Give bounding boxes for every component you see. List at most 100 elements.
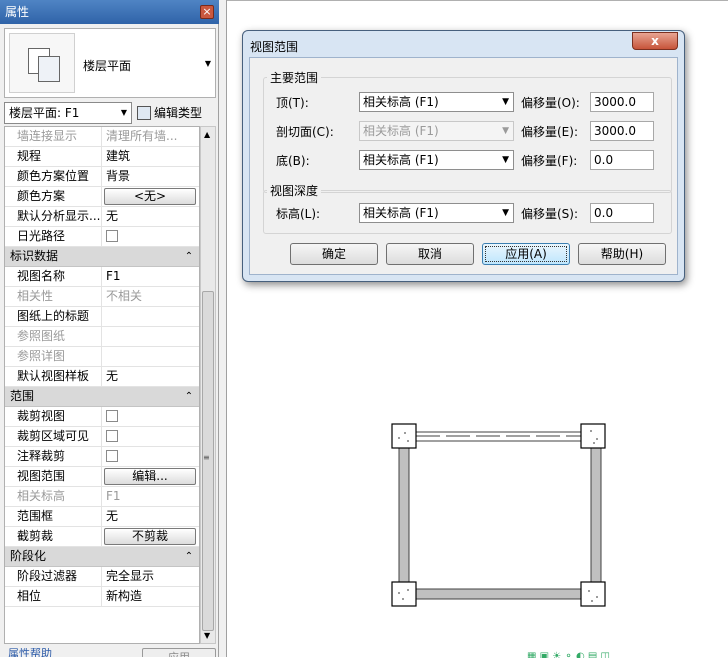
property-row: 注释裁剪 bbox=[5, 447, 199, 467]
property-value[interactable]: 无 bbox=[102, 507, 199, 526]
property-group-label: 标识数据 bbox=[10, 249, 59, 263]
primary-range-legend: 主要范围 bbox=[267, 69, 322, 86]
property-value[interactable]: 新构造 bbox=[102, 587, 199, 606]
property-value[interactable]: F1 bbox=[102, 267, 199, 286]
view-range-dialog: 视图范围 x 主要范围 顶(T): 相关标高 (F1) ▼ 偏移量(O): 30… bbox=[242, 30, 685, 282]
property-name: 截剪裁 bbox=[5, 527, 102, 546]
property-checkbox[interactable] bbox=[106, 430, 118, 442]
property-group-header[interactable]: 范围 ⌃ bbox=[5, 387, 199, 407]
chevron-down-icon[interactable]: ▼ bbox=[205, 59, 211, 68]
property-row: 参照图纸 bbox=[5, 327, 199, 347]
properties-help-link[interactable]: 属性帮助 bbox=[8, 648, 52, 657]
type-selector-preview[interactable]: 楼层平面 ▼ bbox=[4, 28, 216, 98]
top-select-value: 相关标高 (F1) bbox=[363, 95, 439, 109]
property-group-label: 范围 bbox=[10, 389, 35, 403]
chevron-down-icon: ▼ bbox=[120, 108, 127, 117]
property-row: 参照详图 bbox=[5, 347, 199, 367]
properties-scrollbar[interactable]: ▲ ≡ ▼ bbox=[200, 126, 216, 644]
instance-filter-select[interactable]: 楼层平面: F1 ▼ bbox=[4, 102, 132, 124]
bottom-select[interactable]: 相关标高 (F1) ▼ bbox=[359, 150, 514, 170]
view-depth-legend: 视图深度 bbox=[267, 182, 322, 199]
property-row: 日光路径 bbox=[5, 227, 199, 247]
cut-offset-input[interactable]: 3000.0 bbox=[590, 121, 654, 141]
column-hatching bbox=[398, 430, 598, 602]
property-value bbox=[102, 347, 199, 366]
property-value[interactable]: 背景 bbox=[102, 167, 199, 186]
column-bottom-left bbox=[391, 581, 417, 607]
property-value: 不剪裁 bbox=[102, 527, 199, 546]
chevron-down-icon: ▼ bbox=[502, 208, 509, 218]
property-value[interactable]: 无 bbox=[102, 367, 199, 386]
properties-apply-button[interactable]: 应用 bbox=[142, 648, 216, 657]
scroll-down-icon[interactable]: ▼ bbox=[204, 631, 210, 640]
top-label: 顶(T): bbox=[276, 96, 309, 110]
level-select-value: 相关标高 (F1) bbox=[363, 206, 439, 220]
close-icon[interactable]: × bbox=[200, 5, 214, 19]
property-group-header[interactable]: 标识数据 ⌃ bbox=[5, 247, 199, 267]
collapse-icon[interactable]: ⌃ bbox=[179, 387, 199, 406]
level-select[interactable]: 相关标高 (F1) ▼ bbox=[359, 203, 514, 223]
property-name: 颜色方案 bbox=[5, 187, 102, 206]
scroll-up-icon[interactable]: ▲ bbox=[204, 130, 210, 139]
wall-bottom bbox=[415, 588, 582, 600]
property-checkbox[interactable] bbox=[106, 450, 118, 462]
property-value-button[interactable]: 编辑... bbox=[104, 468, 196, 485]
help-button[interactable]: 帮助(H) bbox=[578, 243, 666, 265]
instance-filter-value: 楼层平面: F1 bbox=[9, 106, 80, 120]
property-value bbox=[102, 227, 199, 246]
cut-plane-select: 相关标高 (F1) ▼ bbox=[359, 121, 514, 141]
cancel-button[interactable]: 取消 bbox=[386, 243, 474, 265]
property-row: 默认视图样板无 bbox=[5, 367, 199, 387]
panel-splitter[interactable] bbox=[219, 0, 227, 657]
property-name: 注释裁剪 bbox=[5, 447, 102, 466]
property-row: 规程 建筑 bbox=[5, 147, 199, 167]
property-name: 阶段过滤器 bbox=[5, 567, 102, 586]
property-row: 相位 新构造 bbox=[5, 587, 199, 607]
bottom-offset-input[interactable]: 0.0 bbox=[590, 150, 654, 170]
cut-plane-label: 剖切面(C): bbox=[276, 125, 334, 139]
cut-plane-select-value: 相关标高 (F1) bbox=[363, 124, 439, 138]
level-offset-input[interactable]: 0.0 bbox=[590, 203, 654, 223]
edit-type-icon bbox=[137, 105, 151, 120]
property-checkbox[interactable] bbox=[106, 230, 118, 242]
collapse-icon[interactable]: ⌃ bbox=[179, 547, 199, 566]
top-offset-input[interactable]: 3000.0 bbox=[590, 92, 654, 112]
property-checkbox[interactable] bbox=[106, 410, 118, 422]
property-row: 裁剪视图 bbox=[5, 407, 199, 427]
column-top-right bbox=[580, 423, 606, 449]
property-value: 编辑... bbox=[102, 467, 199, 486]
top-select[interactable]: 相关标高 (F1) ▼ bbox=[359, 92, 514, 112]
level-offset-label: 偏移量(S): bbox=[521, 207, 579, 221]
top-offset-label: 偏移量(O): bbox=[521, 96, 580, 110]
property-name: 图纸上的标题 bbox=[5, 307, 102, 326]
property-value-button[interactable]: 不剪裁 bbox=[104, 528, 196, 545]
apply-button[interactable]: 应用(A) bbox=[482, 243, 570, 265]
property-name: 相关标高 bbox=[5, 487, 102, 506]
property-row: 墙连接显示 清理所有墙... bbox=[5, 127, 199, 147]
property-value-button[interactable]: <无> bbox=[104, 188, 196, 205]
property-row: 视图名称 F1 bbox=[5, 267, 199, 287]
property-name: 规程 bbox=[5, 147, 102, 166]
property-row: 颜色方案 <无> bbox=[5, 187, 199, 207]
bottom-label: 底(B): bbox=[276, 154, 310, 168]
dialog-close-icon[interactable]: x bbox=[632, 32, 678, 50]
property-name: 日光路径 bbox=[5, 227, 102, 246]
property-group-label: 阶段化 bbox=[10, 549, 47, 563]
wall-right bbox=[590, 446, 602, 584]
ok-button[interactable]: 确定 bbox=[290, 243, 378, 265]
property-group-header[interactable]: 阶段化 ⌃ bbox=[5, 547, 199, 567]
level-label: 标高(L): bbox=[276, 207, 321, 221]
property-row: 相关性 不相关 bbox=[5, 287, 199, 307]
collapse-icon[interactable]: ⌃ bbox=[179, 247, 199, 266]
property-value: F1 bbox=[106, 489, 121, 503]
property-name: 相位 bbox=[5, 587, 102, 606]
property-row: 范围框无 bbox=[5, 507, 199, 527]
property-value[interactable]: 完全显示 bbox=[102, 567, 199, 586]
property-value[interactable]: 无 bbox=[102, 207, 199, 226]
property-value[interactable]: 建筑 bbox=[102, 147, 199, 166]
property-value[interactable] bbox=[102, 307, 199, 326]
edit-type-label: 编辑类型 bbox=[154, 106, 203, 120]
property-row: 相关标高 F1 bbox=[5, 487, 199, 507]
property-row: 裁剪区域可见 bbox=[5, 427, 199, 447]
edit-type-button[interactable]: 编辑类型 bbox=[137, 102, 217, 124]
